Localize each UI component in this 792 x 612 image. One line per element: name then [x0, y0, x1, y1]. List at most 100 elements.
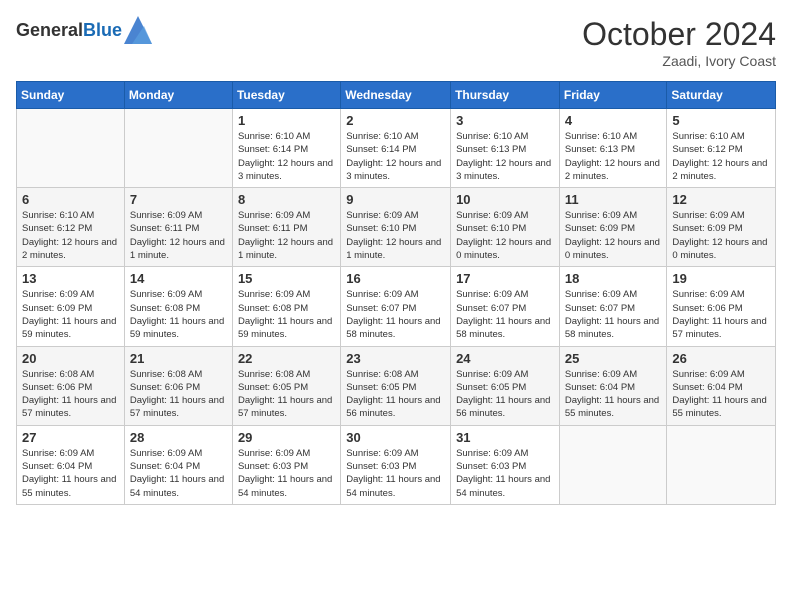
weekday-header-saturday: Saturday [667, 82, 776, 109]
weekday-header-monday: Monday [124, 82, 232, 109]
day-info: Sunrise: 6:09 AM Sunset: 6:09 PM Dayligh… [565, 209, 662, 262]
day-number: 26 [672, 351, 770, 366]
day-info: Sunrise: 6:09 AM Sunset: 6:08 PM Dayligh… [130, 288, 227, 341]
day-number: 17 [456, 271, 554, 286]
calendar-day-cell: 26Sunrise: 6:09 AM Sunset: 6:04 PM Dayli… [667, 346, 776, 425]
day-number: 12 [672, 192, 770, 207]
calendar-day-cell: 6 Sunrise: 6:10 AM Sunset: 6:12 PM Daylig… [17, 188, 125, 267]
calendar-day-cell [17, 109, 125, 188]
calendar-week-row: 13 Sunrise: 6:09 AM Sunset: 6:09 PM Dayli… [17, 267, 776, 346]
day-number: 15 [238, 271, 335, 286]
day-info: Sunrise: 6:10 AM Sunset: 6:13 PM Dayligh… [565, 130, 662, 183]
weekday-header-friday: Friday [559, 82, 667, 109]
day-info: Sunrise: 6:10 AM Sunset: 6:12 PM Dayligh… [672, 130, 770, 183]
day-info: Sunrise: 6:09 AM Sunset: 6:11 PM Dayligh… [130, 209, 227, 262]
calendar-day-cell: 2 Sunrise: 6:10 AM Sunset: 6:14 PM Daylig… [341, 109, 451, 188]
calendar-day-cell: 7Sunrise: 6:09 AM Sunset: 6:11 PM Daylig… [124, 188, 232, 267]
day-info: Sunrise: 6:10 AM Sunset: 6:13 PM Dayligh… [456, 130, 554, 183]
day-number: 22 [238, 351, 335, 366]
calendar-day-cell: 9 Sunrise: 6:09 AM Sunset: 6:10 PM Daylig… [341, 188, 451, 267]
day-info: Sunrise: 6:08 AM Sunset: 6:05 PM Dayligh… [238, 368, 335, 421]
day-info: Sunrise: 6:09 AM Sunset: 6:03 PM Dayligh… [456, 447, 554, 500]
calendar-day-cell: 11 Sunrise: 6:09 AM Sunset: 6:09 PM Dayli… [559, 188, 667, 267]
day-number: 4 [565, 113, 662, 128]
calendar-day-cell: 3 Sunrise: 6:10 AM Sunset: 6:13 PM Daylig… [451, 109, 560, 188]
calendar-day-cell: 8 Sunrise: 6:09 AM Sunset: 6:11 PM Daylig… [232, 188, 340, 267]
day-info: Sunrise: 6:09 AM Sunset: 6:03 PM Dayligh… [238, 447, 335, 500]
calendar-day-cell: 15Sunrise: 6:09 AM Sunset: 6:08 PM Dayli… [232, 267, 340, 346]
day-number: 8 [238, 192, 335, 207]
calendar-day-cell: 24Sunrise: 6:09 AM Sunset: 6:05 PM Dayli… [451, 346, 560, 425]
location: Zaadi, Ivory Coast [582, 53, 776, 69]
day-number: 23 [346, 351, 445, 366]
day-info: Sunrise: 6:08 AM Sunset: 6:06 PM Dayligh… [22, 368, 119, 421]
day-number: 2 [346, 113, 445, 128]
weekday-header-tuesday: Tuesday [232, 82, 340, 109]
day-info: Sunrise: 6:09 AM Sunset: 6:07 PM Dayligh… [456, 288, 554, 341]
day-number: 5 [672, 113, 770, 128]
calendar-day-cell [124, 109, 232, 188]
logo-icon [124, 16, 152, 44]
calendar-day-cell: 21 Sunrise: 6:08 AM Sunset: 6:06 PM Dayli… [124, 346, 232, 425]
day-info: Sunrise: 6:09 AM Sunset: 6:06 PM Dayligh… [672, 288, 770, 341]
calendar-day-cell: 27Sunrise: 6:09 AM Sunset: 6:04 PM Dayli… [17, 425, 125, 504]
calendar-day-cell: 17 Sunrise: 6:09 AM Sunset: 6:07 PM Dayli… [451, 267, 560, 346]
day-number: 6 [22, 192, 119, 207]
day-info: Sunrise: 6:08 AM Sunset: 6:05 PM Dayligh… [346, 368, 445, 421]
calendar-day-cell: 20 Sunrise: 6:08 AM Sunset: 6:06 PM Dayli… [17, 346, 125, 425]
calendar-day-cell: 14 Sunrise: 6:09 AM Sunset: 6:08 PM Dayli… [124, 267, 232, 346]
page-header: GeneralBlue October 2024 Zaadi, Ivory Co… [16, 16, 776, 69]
day-info: Sunrise: 6:09 AM Sunset: 6:04 PM Dayligh… [565, 368, 662, 421]
calendar-day-cell: 10 Sunrise: 6:09 AM Sunset: 6:10 PM Dayli… [451, 188, 560, 267]
day-number: 13 [22, 271, 119, 286]
day-info: Sunrise: 6:09 AM Sunset: 6:04 PM Dayligh… [22, 447, 119, 500]
logo-general: General [16, 20, 83, 40]
day-info: Sunrise: 6:10 AM Sunset: 6:12 PM Dayligh… [22, 209, 119, 262]
logo: GeneralBlue [16, 16, 152, 44]
calendar-day-cell: 16Sunrise: 6:09 AM Sunset: 6:07 PM Dayli… [341, 267, 451, 346]
calendar-day-cell: 1Sunrise: 6:10 AM Sunset: 6:14 PM Daylig… [232, 109, 340, 188]
calendar-table: SundayMondayTuesdayWednesdayThursdayFrid… [16, 81, 776, 505]
day-number: 20 [22, 351, 119, 366]
day-info: Sunrise: 6:09 AM Sunset: 6:03 PM Dayligh… [346, 447, 445, 500]
weekday-header-wednesday: Wednesday [341, 82, 451, 109]
day-number: 21 [130, 351, 227, 366]
day-info: Sunrise: 6:09 AM Sunset: 6:09 PM Dayligh… [672, 209, 770, 262]
calendar-week-row: 20 Sunrise: 6:08 AM Sunset: 6:06 PM Dayli… [17, 346, 776, 425]
calendar-day-cell: 30 Sunrise: 6:09 AM Sunset: 6:03 PM Dayli… [341, 425, 451, 504]
day-number: 9 [346, 192, 445, 207]
day-number: 16 [346, 271, 445, 286]
month-title: October 2024 [582, 16, 776, 53]
calendar-day-cell: 23 Sunrise: 6:08 AM Sunset: 6:05 PM Dayli… [341, 346, 451, 425]
day-info: Sunrise: 6:10 AM Sunset: 6:14 PM Dayligh… [346, 130, 445, 183]
day-number: 25 [565, 351, 662, 366]
day-number: 11 [565, 192, 662, 207]
calendar-week-row: 1Sunrise: 6:10 AM Sunset: 6:14 PM Daylig… [17, 109, 776, 188]
weekday-header-thursday: Thursday [451, 82, 560, 109]
day-number: 18 [565, 271, 662, 286]
calendar-day-cell: 28 Sunrise: 6:09 AM Sunset: 6:04 PM Dayli… [124, 425, 232, 504]
calendar-day-cell [667, 425, 776, 504]
calendar-day-cell: 4 Sunrise: 6:10 AM Sunset: 6:13 PM Daylig… [559, 109, 667, 188]
title-area: October 2024 Zaadi, Ivory Coast [582, 16, 776, 69]
calendar-day-cell: 31Sunrise: 6:09 AM Sunset: 6:03 PM Dayli… [451, 425, 560, 504]
day-number: 14 [130, 271, 227, 286]
calendar-day-cell: 5 Sunrise: 6:10 AM Sunset: 6:12 PM Daylig… [667, 109, 776, 188]
day-info: Sunrise: 6:08 AM Sunset: 6:06 PM Dayligh… [130, 368, 227, 421]
day-info: Sunrise: 6:09 AM Sunset: 6:10 PM Dayligh… [346, 209, 445, 262]
calendar-day-cell: 18 Sunrise: 6:09 AM Sunset: 6:07 PM Dayli… [559, 267, 667, 346]
calendar-week-row: 6 Sunrise: 6:10 AM Sunset: 6:12 PM Daylig… [17, 188, 776, 267]
day-number: 30 [346, 430, 445, 445]
day-info: Sunrise: 6:10 AM Sunset: 6:14 PM Dayligh… [238, 130, 335, 183]
calendar-day-cell: 19Sunrise: 6:09 AM Sunset: 6:06 PM Dayli… [667, 267, 776, 346]
calendar-day-cell: 13 Sunrise: 6:09 AM Sunset: 6:09 PM Dayli… [17, 267, 125, 346]
day-info: Sunrise: 6:09 AM Sunset: 6:10 PM Dayligh… [456, 209, 554, 262]
day-number: 28 [130, 430, 227, 445]
day-number: 3 [456, 113, 554, 128]
day-number: 10 [456, 192, 554, 207]
day-info: Sunrise: 6:09 AM Sunset: 6:07 PM Dayligh… [565, 288, 662, 341]
day-info: Sunrise: 6:09 AM Sunset: 6:04 PM Dayligh… [130, 447, 227, 500]
day-info: Sunrise: 6:09 AM Sunset: 6:09 PM Dayligh… [22, 288, 119, 341]
day-number: 29 [238, 430, 335, 445]
day-info: Sunrise: 6:09 AM Sunset: 6:11 PM Dayligh… [238, 209, 335, 262]
